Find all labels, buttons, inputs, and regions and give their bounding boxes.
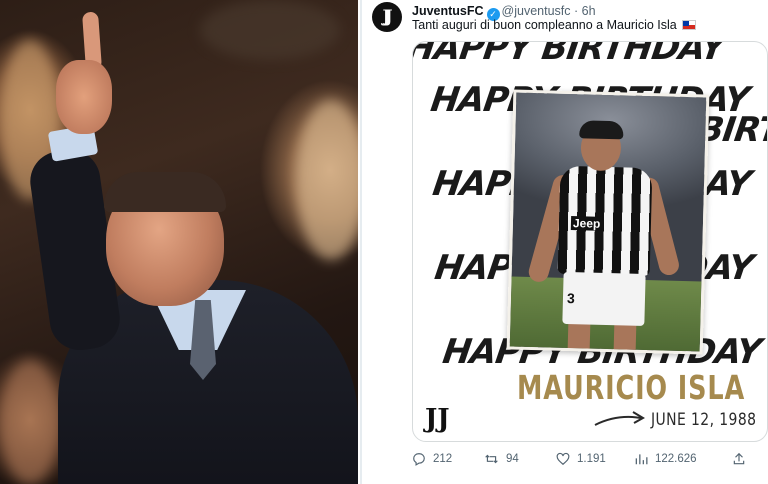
author-display-name[interactable]: JuventusFC: [412, 4, 484, 18]
retweet-button[interactable]: 94: [484, 452, 519, 466]
shirt-sponsor: Jeep: [570, 216, 603, 231]
arrow-icon: [594, 411, 645, 426]
separator-dot: ·: [574, 4, 579, 18]
tweet-timestamp[interactable]: 6h: [582, 4, 596, 18]
author-handle[interactable]: @juventusfc: [502, 4, 571, 18]
juventus-avatar[interactable]: JJ: [372, 2, 402, 32]
happy-birthday-text: HAPPY BIRTHDAY: [412, 41, 727, 68]
like-count: 1.191: [577, 453, 606, 465]
tweet-media-image[interactable]: HAPPY BIRTHDAY HAPPY BIRTHDAY HAPPY BIRT…: [412, 41, 768, 442]
heart-icon: [556, 452, 570, 466]
tweet: JJ JuventusFC ✓ @juventusfc · 6h Tanti aug…: [360, 0, 768, 484]
reply-button[interactable]: 212: [412, 452, 452, 466]
views-button[interactable]: 122.626: [634, 452, 697, 466]
man-hand: [56, 60, 112, 134]
tweet-action-bar: 212 94 1.191 122.626: [412, 452, 768, 470]
avatar-glyph: JJ: [382, 7, 392, 27]
retweet-icon: [485, 454, 498, 464]
player-leg: [613, 321, 637, 355]
share-icon: [733, 452, 745, 465]
juventus-logo-icon: JJ: [425, 404, 450, 434]
crowd-person: [296, 100, 358, 260]
views-count: 122.626: [655, 453, 697, 465]
left-photo: [0, 0, 358, 484]
reply-icon: [413, 453, 425, 466]
crowd-person: [0, 360, 60, 484]
views-chart-icon: [635, 454, 648, 465]
chile-flag-icon: [682, 20, 697, 30]
like-button[interactable]: 1.191: [556, 452, 606, 466]
share-button[interactable]: [732, 452, 753, 466]
player-leg: [567, 319, 591, 355]
man-hair: [104, 172, 226, 212]
date-of-birth: JUNE 12, 1988: [651, 410, 757, 430]
reply-count: 212: [433, 453, 453, 465]
tweet-body: Tanti auguri di buon compleanno a Mauric…: [412, 18, 677, 32]
shorts-number: 3: [566, 289, 576, 307]
crowd-person: [200, 0, 340, 60]
player-photo: Jeep 3: [506, 89, 710, 355]
retweet-count: 94: [506, 453, 519, 465]
player-hair: [579, 120, 624, 140]
player-name: MAURICIO ISLA: [517, 368, 746, 407]
tweet-text: Tanti auguri di buon compleanno a Mauric…: [412, 18, 697, 32]
